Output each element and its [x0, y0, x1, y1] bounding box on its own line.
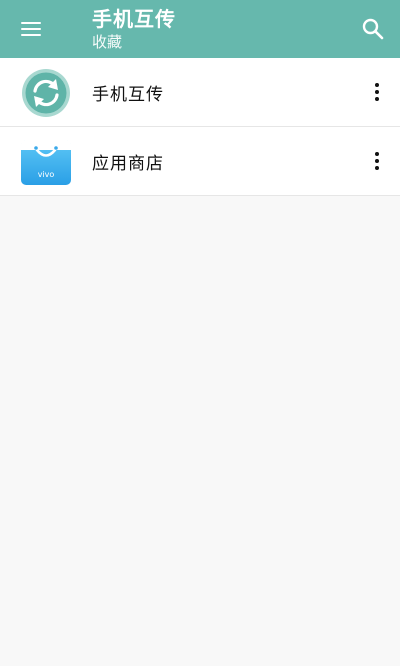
transfer-app-icon	[20, 68, 72, 118]
more-options-button[interactable]	[368, 80, 386, 104]
list-item-label: 应用商店	[92, 154, 164, 174]
app-store-icon: vivo	[20, 137, 72, 187]
more-vertical-icon-dot	[375, 159, 379, 163]
app-store-icon-text: vivo	[38, 170, 55, 179]
hamburger-menu-icon	[21, 22, 41, 24]
menu-button[interactable]	[14, 17, 48, 41]
list-item-transfer[interactable]: 手机互传	[0, 58, 400, 127]
more-vertical-icon-dot	[375, 166, 379, 170]
more-vertical-icon	[375, 152, 379, 156]
page-title: 手机互传	[92, 7, 176, 31]
favorites-list: 手机互传 vivo 应用商店	[0, 58, 400, 196]
app-root: 手机互传 收藏 手机互传 vivo 应用商店	[0, 0, 400, 666]
search-button[interactable]	[360, 16, 386, 42]
more-vertical-icon	[375, 83, 379, 87]
more-options-button[interactable]	[368, 149, 386, 173]
search-icon	[362, 18, 384, 40]
list-item-label: 手机互传	[92, 85, 164, 105]
more-vertical-icon-dot	[375, 97, 379, 101]
app-bar: 手机互传 收藏	[0, 0, 400, 58]
title-block: 手机互传 收藏	[92, 6, 176, 52]
more-vertical-icon-dot	[375, 90, 379, 94]
page-subtitle: 收藏	[92, 33, 123, 51]
hamburger-menu-icon-line	[21, 34, 41, 36]
hamburger-menu-icon-line	[21, 28, 41, 30]
list-item-app-store[interactable]: vivo 应用商店	[0, 127, 400, 196]
